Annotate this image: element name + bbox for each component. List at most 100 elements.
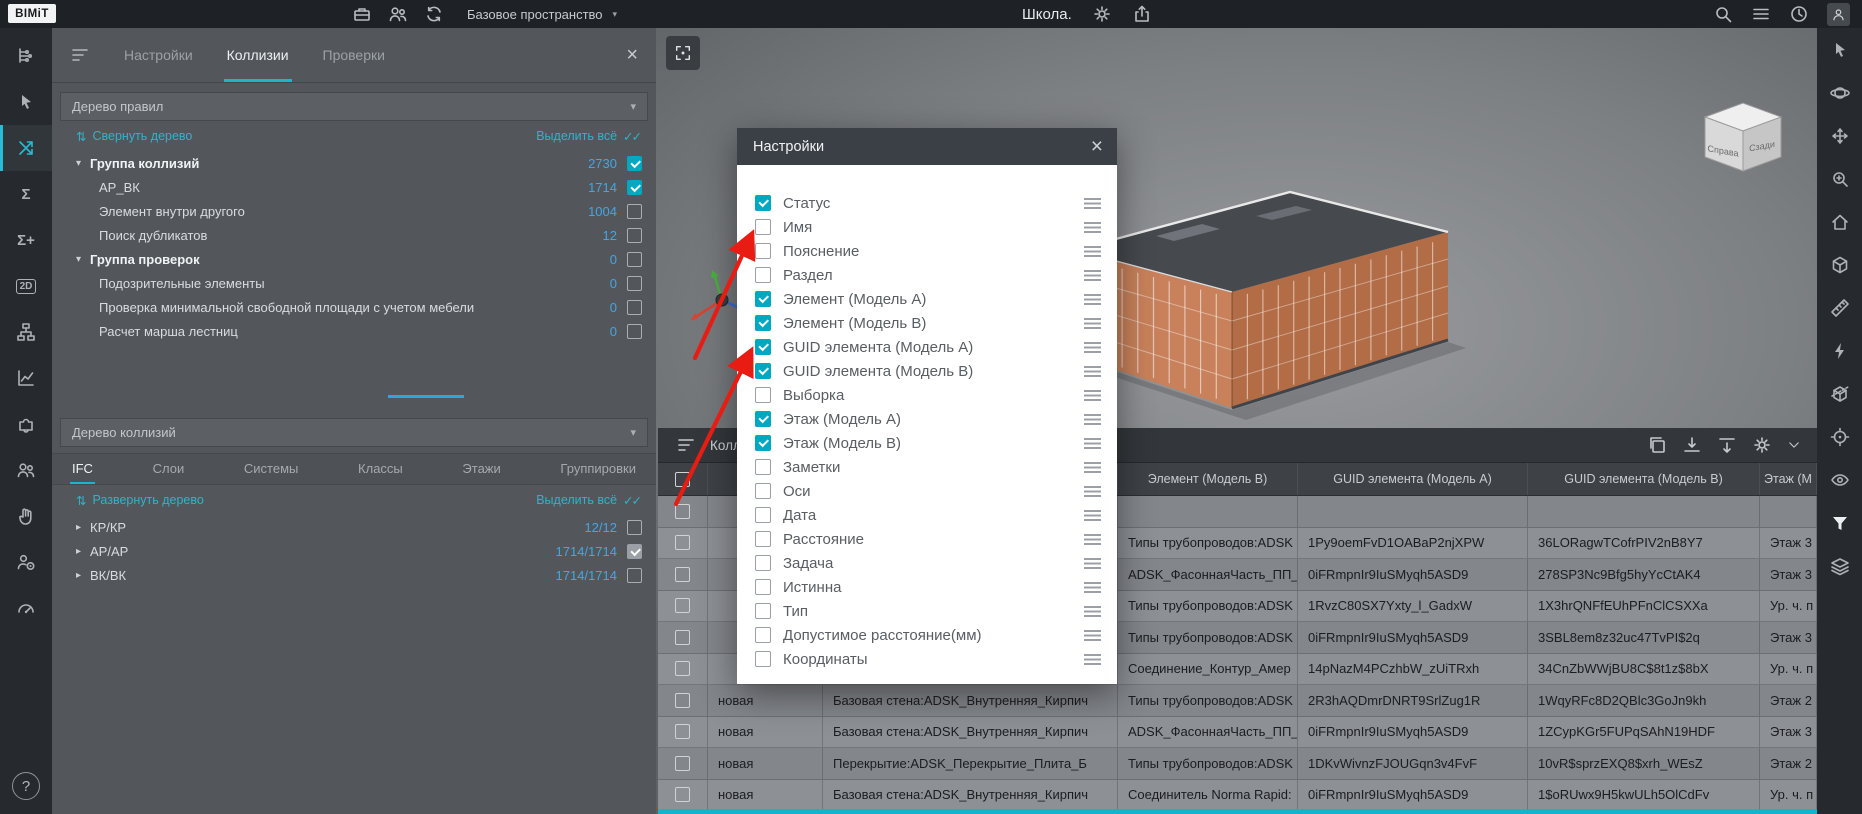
table-row[interactable]: новая Базовая стена:ADSK_Внутренняя_Кирп…: [658, 780, 1817, 812]
tree-item-checkbox[interactable]: [627, 568, 642, 583]
collisions-tree-tab[interactable]: Группировки: [560, 454, 636, 484]
setting-checkbox[interactable]: [755, 651, 771, 667]
rules-tree-item[interactable]: ▾ Группа коллизий 2730: [52, 151, 656, 175]
setting-checkbox[interactable]: [755, 267, 771, 283]
drag-handle-icon[interactable]: [1084, 318, 1101, 329]
setting-checkbox[interactable]: [755, 435, 771, 451]
expander-icon[interactable]: ▸: [76, 546, 90, 557]
drag-handle-icon[interactable]: [1084, 582, 1101, 593]
collisions-tree-item[interactable]: ▸ АР/АР 1714/1714: [52, 539, 656, 563]
cube-icon[interactable]: [1817, 255, 1862, 275]
collisions-tree-tab[interactable]: Классы: [358, 454, 403, 484]
drag-handle-icon[interactable]: [1084, 558, 1101, 569]
briefcase-icon[interactable]: [352, 4, 372, 24]
user-location-icon[interactable]: [0, 539, 52, 585]
setting-checkbox[interactable]: [755, 411, 771, 427]
drag-handle-icon[interactable]: [1084, 510, 1101, 521]
collapse-tree-link[interactable]: ⇅ Свернуть дерево: [76, 129, 192, 144]
select-cursor-icon[interactable]: [0, 79, 52, 125]
import-icon[interactable]: [1717, 435, 1737, 455]
column-header-guid-b[interactable]: GUID элемента (Модель B): [1528, 463, 1760, 495]
drag-handle-icon[interactable]: [1084, 390, 1101, 401]
menu-icon[interactable]: [1751, 4, 1771, 24]
setting-checkbox[interactable]: [755, 603, 771, 619]
panel-close-icon[interactable]: ×: [626, 44, 638, 67]
row-checkbox[interactable]: [675, 756, 690, 771]
gear-icon[interactable]: [1752, 435, 1772, 455]
panel-tab[interactable]: Настройки: [124, 28, 193, 82]
copy-icon[interactable]: [1647, 435, 1667, 455]
user-avatar[interactable]: [1827, 3, 1850, 26]
chevron-down-icon[interactable]: [1787, 438, 1801, 452]
rules-tree-item[interactable]: Поиск дубликатов 12: [52, 223, 656, 247]
table-row[interactable]: новая Базовая стена:ADSK_Внутренняя_Кирп…: [658, 717, 1817, 749]
drag-handle-icon[interactable]: [1084, 462, 1101, 473]
locate-target-icon[interactable]: [1817, 427, 1862, 447]
help-button[interactable]: ?: [12, 772, 40, 800]
sync-icon[interactable]: [424, 4, 444, 24]
drag-handle-icon[interactable]: [1084, 294, 1101, 305]
setting-checkbox[interactable]: [755, 507, 771, 523]
drag-handle-icon[interactable]: [1084, 270, 1101, 281]
panel-tab[interactable]: Коллизии: [227, 28, 289, 82]
setting-checkbox[interactable]: [755, 363, 771, 379]
layers-icon[interactable]: [1817, 556, 1862, 576]
setting-checkbox[interactable]: [755, 195, 771, 211]
column-header-element-b[interactable]: Элемент (Модель B): [1118, 463, 1298, 495]
collisions-tree-tab[interactable]: Слои: [153, 454, 185, 484]
setting-checkbox[interactable]: [755, 555, 771, 571]
table-row[interactable]: новая Перекрытие:ADSK_Перекрытие_Плита_Б…: [658, 748, 1817, 780]
share-icon[interactable]: [1132, 4, 1152, 24]
section-box-icon[interactable]: [1817, 384, 1862, 404]
setting-checkbox[interactable]: [755, 459, 771, 475]
setting-checkbox[interactable]: [755, 339, 771, 355]
collisions-tree-item[interactable]: ▸ КР/КР 12/12: [52, 515, 656, 539]
select-all-checkbox[interactable]: [675, 472, 690, 487]
chart-icon[interactable]: [0, 355, 52, 401]
workspace-selector[interactable]: Базовое пространство ▾: [467, 0, 617, 28]
lightning-icon[interactable]: [1817, 341, 1862, 361]
hierarchy-icon[interactable]: [0, 309, 52, 355]
tree-scrollbar[interactable]: [388, 395, 464, 398]
setting-checkbox[interactable]: [755, 219, 771, 235]
tree-item-checkbox[interactable]: [627, 252, 642, 267]
modal-title-bar[interactable]: Настройки ×: [737, 128, 1117, 165]
collisions-tree-item[interactable]: ▸ ВК/ВК 1714/1714: [52, 563, 656, 587]
row-checkbox[interactable]: [675, 598, 690, 613]
select-all-link[interactable]: Выделить всё ✓✓: [536, 129, 640, 144]
expander-icon[interactable]: ▾: [76, 158, 90, 169]
column-header-guid-a[interactable]: GUID элемента (Модель A): [1298, 463, 1528, 495]
row-checkbox[interactable]: [675, 661, 690, 676]
tree-item-checkbox[interactable]: [627, 276, 642, 291]
drag-handle-icon[interactable]: [1084, 198, 1101, 209]
tree-item-checkbox[interactable]: [627, 544, 642, 559]
column-header-floor[interactable]: Этаж (М: [1760, 463, 1817, 495]
table-row[interactable]: новая Базовая стена:ADSK_Внутренняя_Кирп…: [658, 685, 1817, 717]
drag-handle-icon[interactable]: [1084, 486, 1101, 497]
sigma-plus-icon[interactable]: Σ+: [0, 217, 52, 263]
app-logo[interactable]: BIMiT: [8, 4, 56, 23]
rules-tree-item[interactable]: АР_ВК 1714: [52, 175, 656, 199]
row-checkbox[interactable]: [675, 787, 690, 802]
drag-handle-icon[interactable]: [1084, 534, 1101, 545]
sigma-icon[interactable]: Σ: [0, 171, 52, 217]
drag-handle-icon[interactable]: [1084, 342, 1101, 353]
rules-tree-item[interactable]: Элемент внутри другого 1004: [52, 199, 656, 223]
two-d-icon[interactable]: 2D: [0, 263, 52, 309]
pointer-icon[interactable]: [1817, 40, 1862, 60]
setting-checkbox[interactable]: [755, 387, 771, 403]
collisions-tree-tab[interactable]: Системы: [244, 454, 298, 484]
row-checkbox[interactable]: [675, 724, 690, 739]
puzzle-icon[interactable]: [0, 401, 52, 447]
search-icon[interactable]: [1713, 4, 1733, 24]
tree-item-checkbox[interactable]: [627, 324, 642, 339]
rules-tree-item[interactable]: ▾ Группа проверок 0: [52, 247, 656, 271]
drag-handle-icon[interactable]: [1084, 654, 1101, 665]
horizontal-scrollbar[interactable]: [658, 809, 1817, 814]
zoom-fit-button[interactable]: [666, 36, 700, 70]
collisions-tool-icon[interactable]: [0, 125, 52, 171]
table-menu-icon[interactable]: [676, 435, 696, 455]
setting-checkbox[interactable]: [755, 531, 771, 547]
setting-checkbox[interactable]: [755, 315, 771, 331]
expander-icon[interactable]: ▸: [76, 570, 90, 581]
